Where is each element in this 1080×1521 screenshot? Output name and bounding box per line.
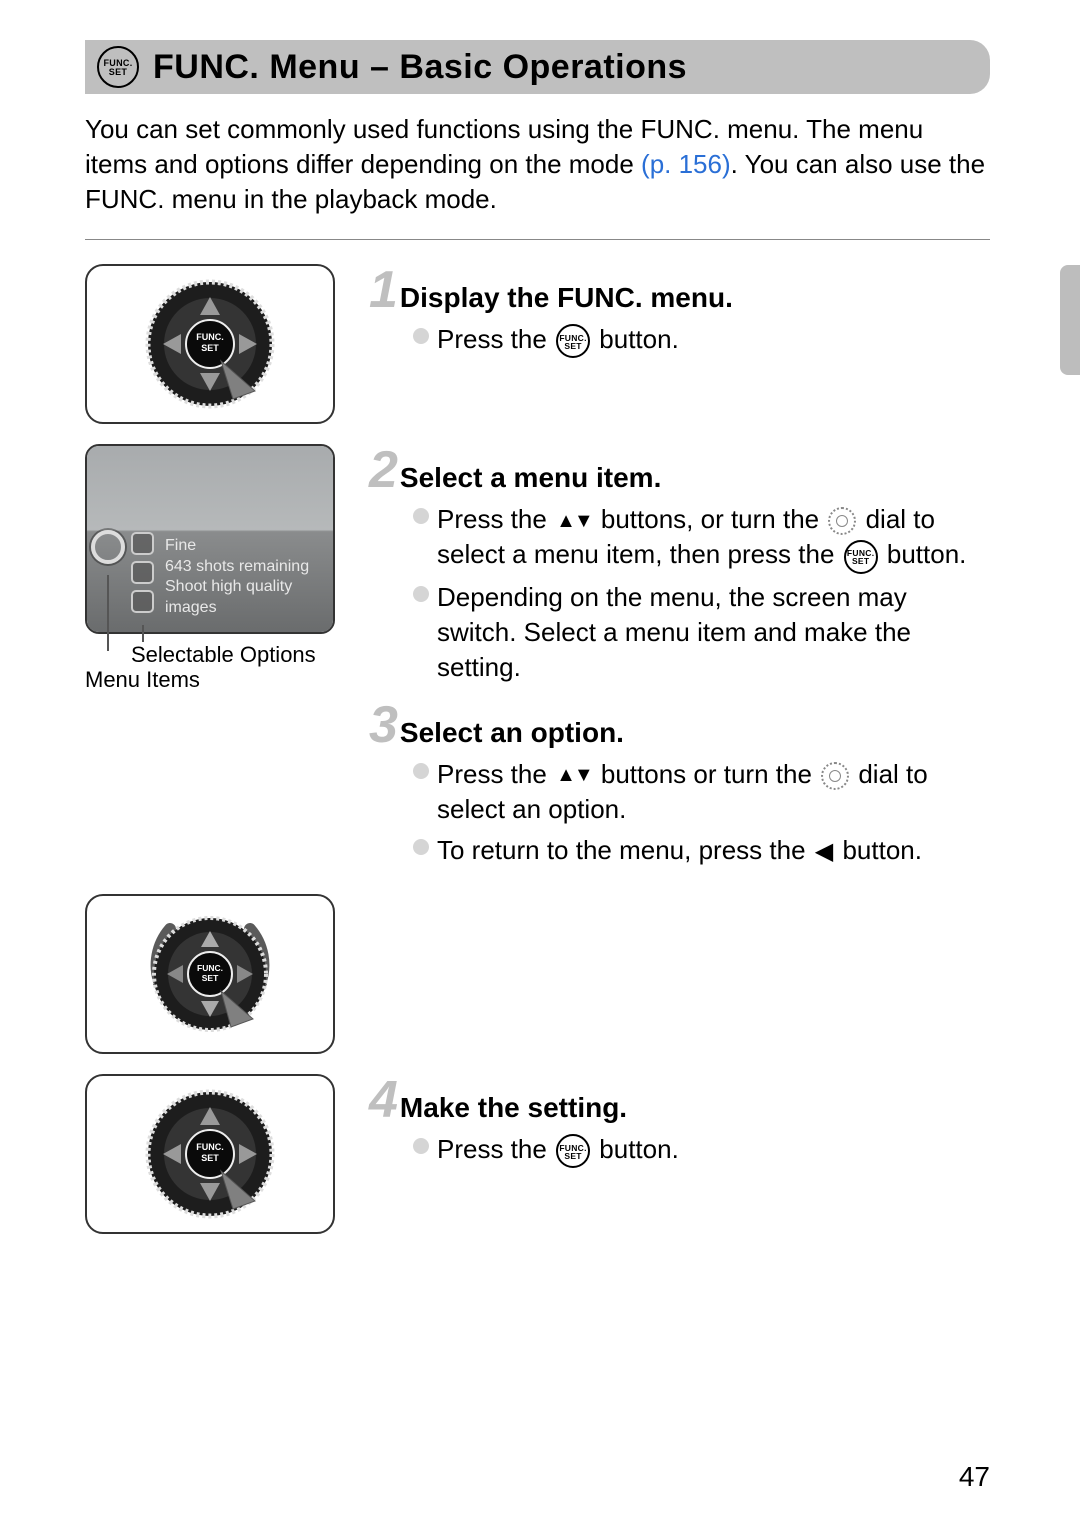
step-title-2: Select a menu item. <box>400 462 661 494</box>
step-num-1: 1 <box>369 264 398 316</box>
control-dial-icon <box>828 507 856 535</box>
left-arrow-icon: ◀ <box>815 836 833 868</box>
text: button. <box>592 1134 679 1164</box>
callout-selectable-options: Selectable Options <box>131 642 316 668</box>
up-down-arrows-icon: ▲▼ <box>556 508 592 535</box>
svg-text:SET: SET <box>201 1153 219 1163</box>
svg-text:FUNC.: FUNC. <box>197 963 223 973</box>
menu-item-icon <box>131 590 154 613</box>
screen-line: 643 shots remaining <box>165 557 309 577</box>
illustration-dial-rotate: FUNC. SET <box>85 894 335 1054</box>
step3-bullet2: To return to the menu, press the ◀ butto… <box>413 833 990 868</box>
func-set-icon: FUNC.SET <box>844 540 878 574</box>
text: Press the <box>437 504 554 534</box>
bullet-icon <box>413 839 429 855</box>
selection-ring-icon <box>91 530 125 564</box>
screen-text-block: Fine 643 shots remaining Shoot high qual… <box>165 536 309 618</box>
step4-bullet1: Press the FUNC.SET button. <box>413 1132 990 1168</box>
bullet-icon <box>413 508 429 524</box>
step-num-2: 2 <box>369 444 398 496</box>
screen-line: Fine <box>165 536 309 556</box>
text: buttons, or turn the <box>594 504 827 534</box>
step-2-and-3: 2 Select a menu item. Press the ▲▼ butto… <box>369 444 990 874</box>
text: button. <box>592 324 679 354</box>
step-num-3: 3 <box>369 699 398 751</box>
text: Depending on the menu, the screen may sw… <box>437 580 990 685</box>
bullet-icon <box>413 1138 429 1154</box>
control-dial-rotate-icon: FUNC. SET <box>135 899 285 1049</box>
control-dial-icon <box>821 762 849 790</box>
step1-bullet1: Press the FUNC.SET button. <box>413 322 990 358</box>
intro-text: You can set commonly used functions usin… <box>85 112 990 217</box>
divider <box>85 239 990 240</box>
svg-text:SET: SET <box>202 973 219 983</box>
screen-line: Shoot high quality <box>165 577 309 597</box>
svg-text:FUNC.: FUNC. <box>196 1142 224 1152</box>
func-set-icon: FUNC.SET <box>556 324 590 358</box>
step3-bullet1: Press the ▲▼ buttons or turn the dial to… <box>413 757 990 827</box>
text: buttons or turn the <box>594 759 819 789</box>
text: Press the <box>437 759 554 789</box>
func-set-icon: FUNC. SET <box>97 46 139 88</box>
section-header: FUNC. SET FUNC. Menu – Basic Operations <box>85 40 990 94</box>
illustration-dial-1: FUNC. SET <box>85 264 335 424</box>
text: button. <box>835 835 922 865</box>
text: Press the <box>437 324 554 354</box>
step-4: 4 Make the setting. Press the FUNC.SET b… <box>369 1074 990 1174</box>
page-ref-link[interactable]: (p. 156) <box>641 149 731 179</box>
step-num-4: 4 <box>369 1074 398 1126</box>
chapter-tab <box>1060 265 1080 375</box>
text: button. <box>880 539 967 569</box>
svg-text:SET: SET <box>201 343 219 353</box>
control-dial-icon: FUNC. SET <box>135 269 285 419</box>
menu-item-icon <box>131 561 154 584</box>
step-1: 1 Display the FUNC. menu. Press the FUNC… <box>369 264 990 364</box>
screen-line: images <box>165 598 309 618</box>
up-down-arrows-icon: ▲▼ <box>556 762 592 789</box>
callout-menu-items: Menu Items <box>85 667 200 693</box>
step2-bullet2: Depending on the menu, the screen may sw… <box>413 580 990 685</box>
step-title-3: Select an option. <box>400 717 624 749</box>
illustration-dial-2: FUNC. SET <box>85 1074 335 1234</box>
func-set-icon: FUNC.SET <box>556 1134 590 1168</box>
func-badge-bottom: SET <box>99 68 137 77</box>
bullet-icon <box>413 763 429 779</box>
bullet-icon <box>413 586 429 602</box>
menu-item-icon <box>131 532 154 555</box>
page-number: 47 <box>959 1461 990 1493</box>
section-title: FUNC. Menu – Basic Operations <box>153 48 687 87</box>
text: To return to the menu, press the <box>437 835 813 865</box>
control-dial-icon: FUNC. SET <box>135 1079 285 1229</box>
step-title-4: Make the setting. <box>400 1092 627 1124</box>
illustration-lcd-screen: Fine 643 shots remaining Shoot high qual… <box>85 444 335 634</box>
bullet-icon <box>413 328 429 344</box>
callout-leader-line <box>107 575 109 651</box>
step-title-1: Display the FUNC. menu. <box>400 282 733 314</box>
text: Press the <box>437 1134 554 1164</box>
step2-bullet1: Press the ▲▼ buttons, or turn the dial t… <box>413 502 990 573</box>
svg-text:FUNC.: FUNC. <box>196 332 224 342</box>
